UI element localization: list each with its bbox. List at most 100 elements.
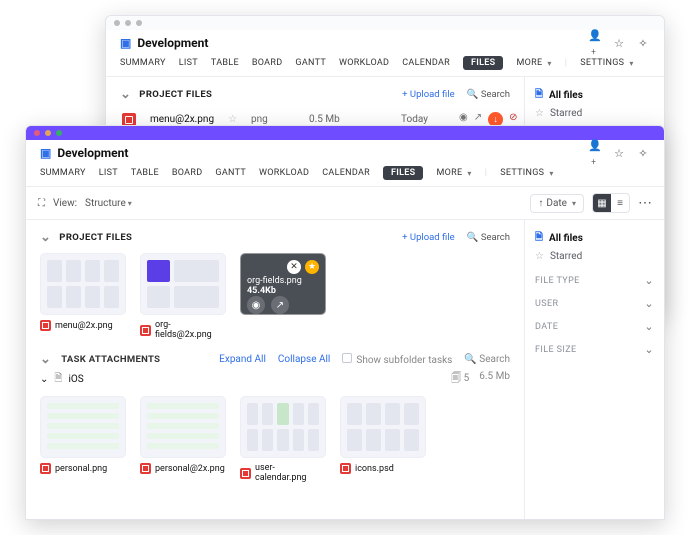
tab-files[interactable]: FILES	[383, 166, 423, 180]
section-project-files[interactable]: PROJECT FILES	[120, 87, 212, 102]
sidebar: 🗎 All files Starred FILE TYPE USER DATE …	[524, 220, 664, 519]
tab-bar: SUMMARY LIST TABLE BOARD GANTT WORKLOAD …	[26, 162, 664, 187]
tab-settings[interactable]: SETTINGS	[500, 168, 553, 178]
tab-more[interactable]: MORE	[436, 168, 471, 178]
view-toolbar: ⛶ View: Structure ↑ Date ▦ ≡	[26, 187, 664, 220]
close-icon[interactable]: ✕	[287, 260, 301, 274]
search-button[interactable]: 🔍 Search	[464, 354, 510, 365]
section-project-files[interactable]: PROJECT FILES	[40, 230, 132, 245]
upload-file-link[interactable]: + Upload file	[402, 89, 454, 100]
file-card[interactable]: personal@2x.png	[140, 396, 226, 483]
task-icon	[54, 371, 62, 388]
max-dot[interactable]	[56, 130, 62, 136]
sidebar-starred[interactable]: Starred	[535, 249, 654, 264]
star-icon	[535, 108, 544, 119]
tab-workload[interactable]: WORKLOAD	[259, 168, 309, 178]
chevron-down-icon	[642, 297, 654, 310]
tab-summary[interactable]: SUMMARY	[40, 168, 86, 178]
show-subfolders-toggle[interactable]: Show subfolder tasks	[342, 353, 452, 366]
tab-workload[interactable]: WORKLOAD	[339, 58, 389, 68]
tab-list[interactable]: LIST	[179, 58, 198, 68]
sidebar-all-files[interactable]: 🗎 All files	[535, 228, 654, 249]
image-file-icon	[340, 463, 351, 474]
facet-file-type[interactable]: FILE TYPE	[535, 274, 654, 287]
attachment-grid: personal.png personal@2x.png user-calend…	[40, 396, 510, 483]
search-button[interactable]: 🔍 Search	[467, 89, 510, 100]
file-ext: png	[251, 114, 295, 125]
traffic-dot	[136, 20, 142, 26]
add-user-icon[interactable]: 👤﹢	[588, 36, 602, 50]
search-button[interactable]: 🔍 Search	[467, 232, 510, 243]
file-name: menu@2x.png	[150, 114, 214, 125]
preview-icon[interactable]: ◉	[247, 296, 265, 314]
tab-more[interactable]: MORE	[516, 58, 551, 68]
tab-board[interactable]: BOARD	[252, 58, 283, 68]
pin-icon[interactable]: ✧	[636, 36, 650, 50]
tab-list[interactable]: LIST	[99, 168, 118, 178]
view-mode-select[interactable]: Structure	[85, 198, 132, 209]
file-caption: personal.png	[55, 464, 107, 474]
file-card[interactable]: personal.png	[40, 396, 126, 483]
collapse-all-link[interactable]: Collapse All	[278, 354, 330, 365]
facet-user[interactable]: USER	[535, 297, 654, 310]
add-user-icon[interactable]: 👤﹢	[588, 146, 602, 160]
file-card[interactable]: user-calendar.png	[240, 396, 326, 483]
image-file-icon	[40, 463, 51, 474]
file-card[interactable]: menu@2x.png	[40, 253, 126, 340]
group-name: iOS	[68, 374, 83, 385]
file-grid: menu@2x.png org-fields@2x.png ✕ ★ org-fi…	[40, 253, 510, 340]
tab-settings[interactable]: SETTINGS	[580, 58, 633, 68]
pin-icon[interactable]: ✧	[636, 146, 650, 160]
file-icon: 🗎	[535, 230, 543, 247]
tab-calendar[interactable]: CALENDAR	[322, 168, 370, 178]
facet-file-size[interactable]: FILE SIZE	[535, 343, 654, 356]
file-caption: personal@2x.png	[155, 464, 225, 474]
header: ▣ Development 👤﹢ ☆ ✧	[26, 140, 664, 162]
star-icon[interactable]: ★	[305, 260, 319, 274]
view-toggle: ▦ ≡	[592, 193, 630, 213]
upload-file-link[interactable]: + Upload file	[402, 232, 454, 243]
grid-view-button[interactable]: ▦	[593, 194, 611, 212]
more-menu-button[interactable]	[638, 195, 652, 211]
file-card[interactable]: icons.psd	[340, 396, 426, 483]
tab-board[interactable]: BOARD	[172, 168, 203, 178]
list-view-button[interactable]: ≡	[611, 194, 629, 212]
tab-files[interactable]: FILES	[463, 56, 503, 70]
expand-all-link[interactable]: Expand All	[219, 354, 266, 365]
group-ios[interactable]: ⌄ iOS 🗐 5 6.5 Mb	[40, 371, 510, 388]
section-label: PROJECT FILES	[139, 89, 212, 100]
sidebar-starred[interactable]: Starred	[535, 106, 654, 121]
star-icon	[535, 251, 544, 262]
tab-table[interactable]: TABLE	[211, 58, 239, 68]
sidebar-all-files[interactable]: 🗎 All files	[535, 85, 654, 106]
image-file-icon	[140, 325, 151, 336]
facet-date[interactable]: DATE	[535, 320, 654, 333]
file-card-selected[interactable]: ✕ ★ org-fields.png 45.4Kb ◉ ↗	[240, 253, 326, 340]
window-bar	[26, 126, 664, 140]
tab-calendar[interactable]: CALENDAR	[402, 58, 450, 68]
section-toggle[interactable]: TASK ATTACHMENTS	[40, 352, 160, 367]
close-dot[interactable]	[34, 130, 40, 136]
title-text: Development	[57, 146, 128, 160]
file-card[interactable]: org-fields@2x.png	[140, 253, 226, 340]
tab-gantt[interactable]: GANTT	[295, 58, 326, 68]
folder-icon: ▣	[40, 146, 51, 160]
tab-gantt[interactable]: GANTT	[215, 168, 246, 178]
checkbox-icon	[342, 353, 352, 363]
file-caption: org-fields@2x.png	[155, 320, 226, 340]
chevron-down-icon: ⌄	[40, 374, 48, 385]
open-icon[interactable]: ↗	[271, 296, 289, 314]
min-dot[interactable]	[45, 130, 51, 136]
expand-form-icon[interactable]: ⛶	[38, 198, 45, 209]
file-caption: user-calendar.png	[255, 463, 326, 483]
tab-summary[interactable]: SUMMARY	[120, 58, 166, 68]
section-label: PROJECT FILES	[59, 232, 132, 243]
tab-table[interactable]: TABLE	[131, 168, 159, 178]
star-icon[interactable]: ☆	[228, 114, 237, 125]
window-bar	[106, 16, 664, 30]
sort-select[interactable]: ↑ Date	[530, 194, 584, 213]
star-icon[interactable]: ☆	[612, 146, 626, 160]
group-size: 6.5 Mb	[479, 371, 510, 388]
star-icon[interactable]: ☆	[612, 36, 626, 50]
group-count-icon: 🗐 5	[451, 371, 469, 388]
